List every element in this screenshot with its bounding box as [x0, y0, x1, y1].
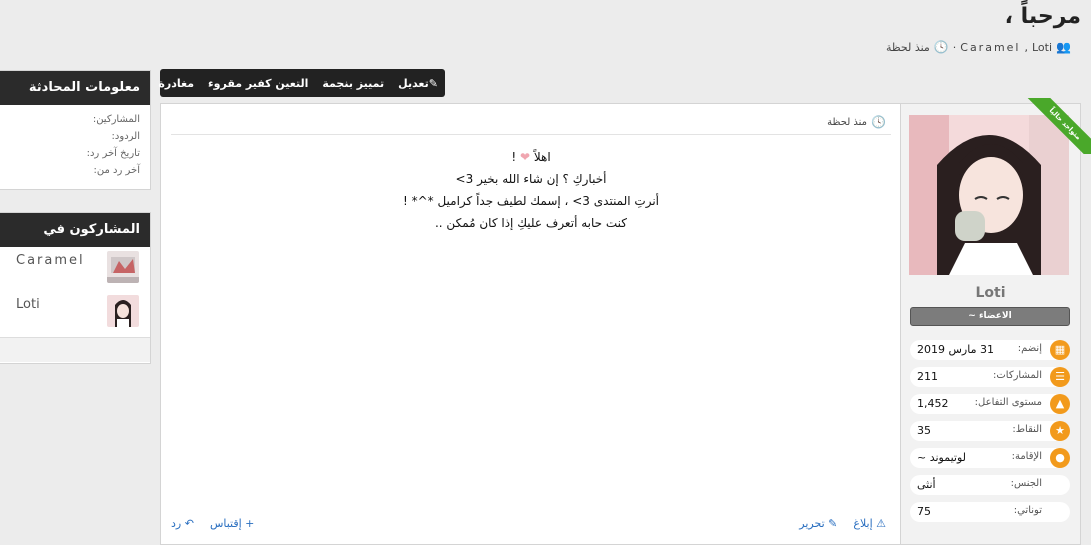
mark-unread-button[interactable]: التعين كفير مقروء [201, 77, 315, 90]
users-icon: 👥 [1056, 40, 1071, 54]
participant-name[interactable]: Caramel [16, 253, 85, 268]
stat-location: ● الإقامة: لوتيموند ~ [910, 448, 1070, 468]
reply-button[interactable]: ↶ رد [171, 517, 194, 530]
plus-icon: + [245, 517, 255, 530]
info-participants-label: المشاركين: [92, 114, 140, 125]
post-actions-left: + إقتباس ↶ رد [171, 517, 254, 530]
stat-custom: توناتي: 75 [910, 502, 1070, 522]
clock-icon: 🕓 [933, 40, 949, 54]
edit-thread-button[interactable]: ✎تعديل [391, 77, 445, 90]
clock-icon: 🕓 [871, 115, 886, 129]
user-panel: متواجد حالياً Loti الاعضاء ~ ▦ إنضم: 31 … [900, 98, 1091, 545]
user-name[interactable]: Loti [901, 285, 1080, 301]
conversation-info-block: معلومات المحادثة المشاركين: الردود: تاري… [0, 70, 151, 190]
page-title: مرحباً ، [1004, 4, 1081, 29]
quote-button[interactable]: + إقتباس [210, 517, 254, 530]
report-button[interactable]: ⚠ إبلاغ [853, 517, 886, 530]
online-ribbon: متواجد حالياً [998, 98, 1091, 154]
stat-reactions: ▲ مستوى التفاعل: 1,452 [910, 394, 1070, 414]
stat-points: ★ النقاط: 35 [910, 421, 1070, 441]
post-line: كنت حابه أتعرف عليكِ إذا كان مُمكن .. [434, 216, 627, 230]
star-button[interactable]: تمييز بنجمة [315, 77, 391, 90]
participant-avatar[interactable] [107, 295, 139, 327]
post-date[interactable]: 🕓 منذ لحظة [827, 115, 886, 129]
participant-link[interactable]: Caramel [960, 41, 1020, 54]
trophy-icon: ★ [1050, 421, 1070, 441]
post-divider [171, 134, 891, 135]
edit-post-button[interactable]: ✎ تحرير [799, 517, 837, 530]
user-role-badge: الاعضاء ~ [910, 307, 1070, 326]
pencil-icon: ✎ [828, 517, 838, 530]
message-post: 🕓 منذ لحظة اهلاً ❤ ! أخباركِ ؟ إن شاء ال… [160, 103, 901, 545]
info-block-title: معلومات المحادثة [0, 71, 150, 105]
thumbs-up-icon: ▲ [1050, 394, 1070, 414]
post-actions-right: ⚠ إبلاغ ✎ تحرير [799, 517, 886, 530]
heart-icon: ❤ [519, 150, 531, 164]
starter-link[interactable]: Loti [1032, 41, 1052, 54]
info-last-reply-by-label: آخر رد من: [93, 165, 140, 176]
post-content: اهلاً ❤ ! أخباركِ ؟ إن شاء الله بخير 3> … [161, 146, 901, 234]
participants-block: المشاركون في المحادثة Caramel Loti [0, 212, 151, 364]
participants-footer [0, 337, 150, 362]
participant-item[interactable]: Caramel [0, 247, 150, 291]
info-last-reply-date-label: تاريخ آخر رد: [86, 148, 140, 159]
participant-avatar[interactable] [107, 251, 139, 283]
post-line: أخباركِ ؟ إن شاء الله بخير 3> [455, 172, 607, 186]
thread-time: منذ لحظة [885, 40, 930, 54]
leave-button[interactable]: مغادرة [151, 77, 201, 90]
comments-icon: ☰ [1050, 367, 1070, 387]
thread-meta: 👥 Loti, Caramel · 🕓 منذ لحظة [885, 40, 1071, 54]
stat-joined: ▦ إنضم: 31 مارس 2019 [910, 340, 1070, 360]
warning-icon: ⚠ [876, 517, 886, 530]
moderation-toolbar: ✎تعديل تمييز بنجمة التعين كفير مقروء مغا… [158, 69, 445, 97]
participants-block-title: المشاركون في المحادثة [0, 213, 150, 271]
stat-posts: ☰ المشاركات: 211 [910, 367, 1070, 387]
post-line: اهلاً [533, 150, 551, 164]
post-line: أنرتِ المنتدى 3> ، إسمك لطيف جداً كراميل… [402, 194, 660, 208]
info-replies-label: الردود: [111, 131, 140, 142]
calendar-icon: ▦ [1050, 340, 1070, 360]
map-pin-icon: ● [1050, 448, 1070, 468]
reply-icon: ↶ [184, 517, 194, 530]
stat-gender: الجنس: أنثى [910, 475, 1070, 495]
participant-item[interactable]: Loti [0, 291, 150, 335]
edit-icon: ✎ [428, 76, 438, 90]
participant-name[interactable]: Loti [16, 297, 40, 312]
